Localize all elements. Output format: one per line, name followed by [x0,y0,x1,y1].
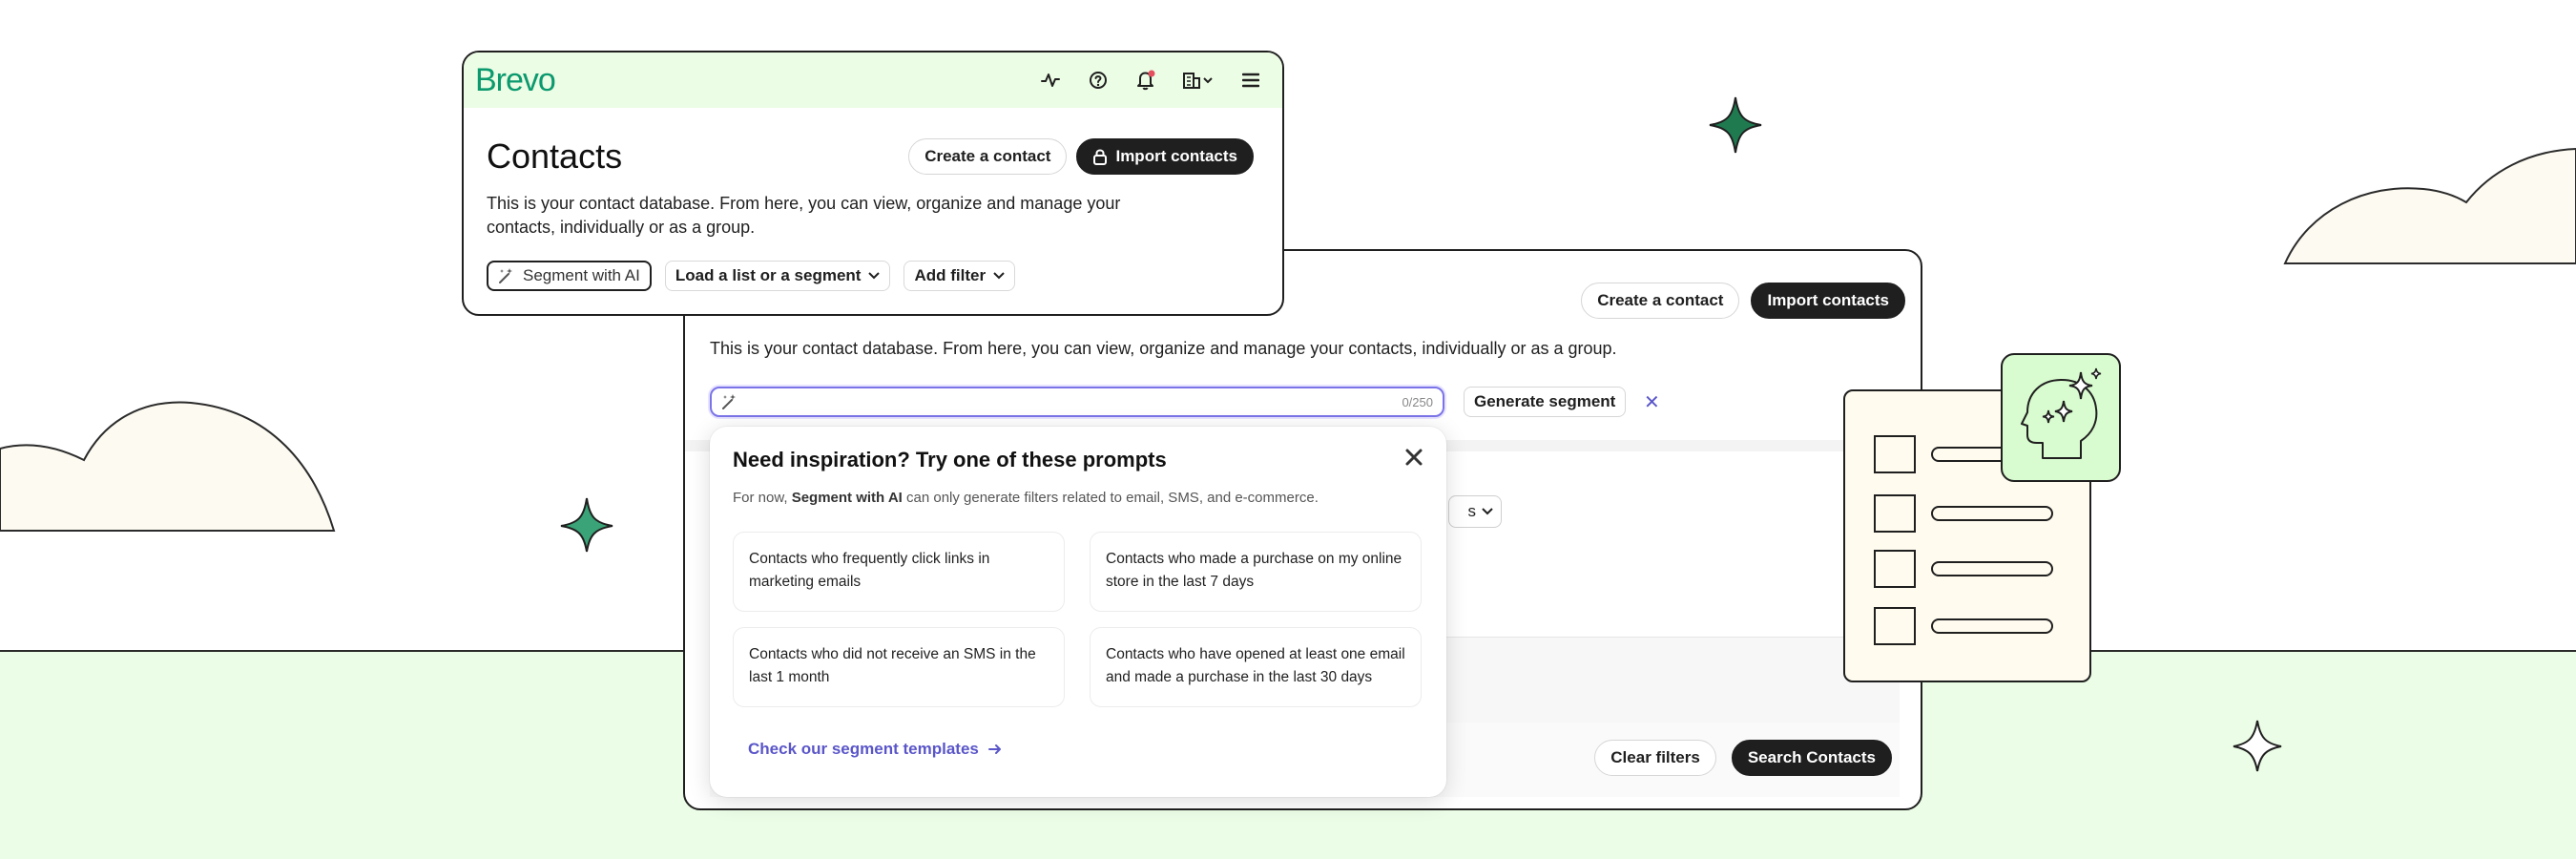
page-description: This is your contact database. From here… [487,194,1121,237]
create-contact-button[interactable]: Create a contact [908,138,1068,175]
add-filter-dropdown[interactable]: Add filter [904,261,1016,291]
inspiration-popover: Need inspiration? Try one of these promp… [710,427,1446,797]
building-icon[interactable] [1183,70,1214,91]
chevron-down-icon [1482,508,1493,515]
top-bar: Brevo [464,52,1282,108]
segment-ai-input[interactable]: 0/250 [710,387,1444,417]
contacts-page-header: Brevo Contacts Create a contact Import c… [462,51,1284,316]
search-contacts-button[interactable]: Search Contacts [1731,740,1892,776]
chevron-down-icon [993,272,1005,280]
sparkle-icon [1709,96,1762,154]
prompt-card[interactable]: Contacts who did not receive an SMS in t… [733,627,1065,707]
magic-wand-icon [722,394,736,409]
page-title: Contacts [487,136,623,176]
segment-templates-link[interactable]: Check our segment templates [748,740,1002,759]
generate-segment-button[interactable]: Generate segment [1464,387,1627,417]
clear-filters-button[interactable]: Clear filters [1594,740,1716,776]
prompt-card[interactable]: Contacts who frequently click links in m… [733,532,1065,612]
cloud-right [2283,147,2576,264]
help-icon[interactable] [1088,70,1109,91]
arrow-right-icon [987,744,1001,754]
popover-note: For now, Segment with AI can only genera… [733,490,1319,506]
bell-icon[interactable] [1135,70,1156,91]
import-contacts-button[interactable]: Import contacts [1076,138,1254,175]
lock-icon [1093,149,1108,165]
load-list-dropdown[interactable]: Load a list or a segment [664,261,891,291]
create-contact-button[interactable]: Create a contact [1581,283,1740,319]
page-description: This is your contact database. From here… [710,339,1617,358]
ai-head-icon [2001,353,2121,482]
prompt-card[interactable]: Contacts who made a purchase on my onlin… [1090,532,1422,612]
import-contacts-button[interactable]: Import contacts [1751,283,1905,319]
filter-chip-partial[interactable]: s [1448,495,1502,528]
popover-title: Need inspiration? Try one of these promp… [733,448,1167,471]
close-icon[interactable] [1402,446,1425,469]
cloud-left [0,401,336,532]
activity-icon[interactable] [1040,70,1061,91]
character-counter: 0/250 [1402,394,1433,409]
sparkle-icon [2233,720,2282,772]
brevo-logo[interactable]: Brevo [475,62,556,99]
menu-icon[interactable] [1240,70,1261,91]
magic-wand-icon [499,268,512,283]
prompt-card[interactable]: Contacts who have opened at least one em… [1090,627,1422,707]
close-icon[interactable]: ✕ [1644,390,1660,414]
segment-with-ai-button[interactable]: Segment with AI [487,261,652,291]
chevron-down-icon [868,272,881,280]
sparkle-icon [560,497,613,553]
